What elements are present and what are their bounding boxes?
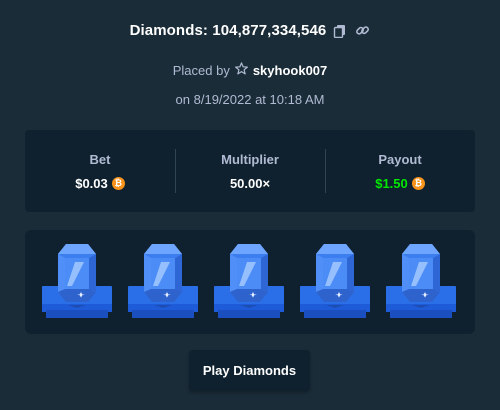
multiplier-label: Multiplier xyxy=(221,151,279,167)
payout-label: Payout xyxy=(378,151,422,167)
star-icon xyxy=(234,62,248,78)
diamond-gem xyxy=(40,242,114,324)
multiplier-value: 50.00× xyxy=(229,175,271,191)
bitcoin-icon: ₿ xyxy=(411,176,425,190)
bet-value-row: $0.03 ₿ xyxy=(75,176,125,191)
diamond-gem xyxy=(384,242,458,324)
bet-header: Diamonds: 104,877,334,546 xyxy=(0,22,500,39)
placed-by-label: Placed by xyxy=(172,62,230,78)
placed-by-row: Placed by skyhook007 xyxy=(0,62,500,78)
copy-icon[interactable] xyxy=(332,23,348,39)
diamond-gem xyxy=(126,242,200,324)
stat-multiplier: Multiplier 50.00× xyxy=(175,130,325,212)
bet-label: Bet xyxy=(89,151,111,167)
bet-value: $0.03 xyxy=(75,175,108,191)
username-link[interactable]: skyhook007 xyxy=(253,63,327,78)
stat-bet: Bet $0.03 ₿ xyxy=(25,130,175,212)
diamond-board xyxy=(25,230,475,334)
diamond-gem xyxy=(298,242,372,324)
link-icon[interactable] xyxy=(354,23,370,39)
bitcoin-icon: ₿ xyxy=(111,176,125,190)
diamond-gem xyxy=(212,242,286,324)
play-diamonds-button[interactable]: Play Diamonds xyxy=(189,350,310,391)
stat-payout: Payout $1.50 ₿ xyxy=(325,130,475,212)
stats-panel: Bet $0.03 ₿ Multiplier 50.00× Payout $1.… xyxy=(25,130,475,212)
bet-title: Diamonds: 104,877,334,546 xyxy=(129,22,327,39)
payout-value-row: $1.50 ₿ xyxy=(375,176,425,191)
bet-date: on 8/19/2022 at 10:18 AM xyxy=(175,92,325,107)
payout-value: $1.50 xyxy=(375,175,408,191)
